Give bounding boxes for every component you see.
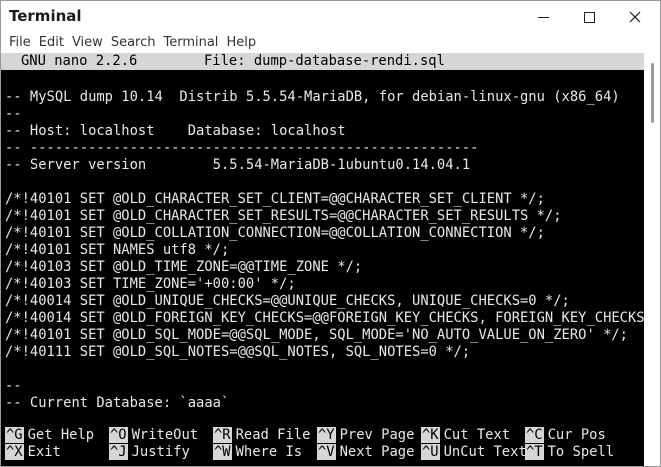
shortcut-key: ^J [109,444,128,460]
minimize-icon [537,16,549,18]
content-line: -- MySQL dump 10.14 Distrib 5.5.54-Maria… [5,89,620,105]
shortcut-key: ^C [525,427,544,443]
shortcut-label: Justify [131,444,190,460]
shortcut-key: ^V [317,444,336,460]
title-bar: Terminal [1,1,660,32]
content-line: -- [5,106,22,122]
nano-version: GNU nano 2.2.6 [21,53,138,69]
shortcut-key: ^U [421,444,440,460]
nano-filename: File: dump-database-rendi.sql [204,53,445,69]
terminal-content[interactable]: GNU nano 2.2.6 File: dump-database-rendi… [1,53,660,466]
window-title: Terminal [9,7,82,25]
shortcut-row-2: ^X Exit ^J Justify ^W Where Is ^V Next Page ^U Un… [1,444,644,461]
shortcut-label: Exit [27,444,61,460]
shortcut-key: ^X [5,444,24,460]
content-line: /*!40101 SET @OLD_CHARACTER_SET_CLIENT=@… [5,191,545,207]
content-line: -- [5,378,22,394]
shortcut-key: ^W [213,444,232,460]
shortcut-key: ^T [525,444,544,460]
minimize-button[interactable] [520,3,566,31]
shortcut-key: ^R [213,427,232,443]
content-line: -- Current Database: `aaaa` [5,395,230,411]
terminal-window: Terminal File Edit View Search Terminal … [0,0,661,467]
shortcut-item: ^V Next Page [317,444,414,461]
content-line: /*!40101 SET @OLD_SQL_MODE=@@SQL_MODE, S… [5,327,628,343]
content-line: /*!40103 SET TIME_ZONE='+00:00' */; [5,276,296,292]
shortcut-item: ^R Read File [213,427,310,444]
shortcut-label: WriteOut [131,427,199,443]
content-line [5,361,645,378]
scrollbar-thumb[interactable] [651,63,654,123]
shortcut-item: ^J Justify [109,444,190,461]
shortcut-item: ^X Exit [5,444,61,461]
content-line: -- Host: localhost Database: localhost [5,123,346,139]
content-line: /*!40101 SET @OLD_CHARACTER_SET_RESULTS=… [5,208,562,224]
shortcut-item: ^G Get Help [5,427,94,444]
menu-file[interactable]: File [9,35,31,50]
shortcut-key: ^G [5,427,24,443]
content-line: /*!40103 SET @OLD_TIME_ZONE=@@TIME_ZONE … [5,259,363,275]
shortcut-item: ^K Cut Text [421,427,510,444]
shortcut-item: ^O WriteOut [109,427,198,444]
shortcut-key: ^Y [317,427,336,443]
shortcut-item: ^U UnCut Text [421,444,527,461]
nano-header: GNU nano 2.2.6 File: dump-database-rendi… [1,53,644,70]
file-content[interactable]: -- MySQL dump 10.14 Distrib 5.5.54-Maria… [5,89,645,412]
shortcut-label: To Spell [547,444,615,460]
shortcut-label: Prev Page [339,427,415,443]
content-line: /*!40101 SET @OLD_COLLATION_CONNECTION=@… [5,225,545,241]
menu-view[interactable]: View [72,35,103,50]
content-line [5,174,645,191]
maximize-button[interactable] [566,3,612,31]
shortcut-label: Read File [235,427,311,443]
menu-search[interactable]: Search [111,35,156,50]
shortcut-item: ^Y Prev Page [317,427,414,444]
content-line: /*!40014 SET @OLD_UNIQUE_CHECKS=@@UNIQUE… [5,293,570,309]
menu-help[interactable]: Help [226,35,256,50]
close-button[interactable] [612,3,658,31]
shortcut-item: ^T To Spell [525,444,614,461]
shortcut-label: Next Page [339,444,415,460]
shortcut-item: ^W Where Is [213,444,302,461]
content-line: /*!40014 SET @OLD_FOREIGN_KEY_CHECKS=@@F… [5,310,645,326]
shortcut-label: Cut Text [443,427,511,443]
nano-shortcuts: ^G Get Help ^O WriteOut ^R Read File ^Y Prev Pa… [1,427,644,463]
content-line: -- Server version 5.5.54-MariaDB-1ubuntu… [5,157,471,173]
shortcut-label: Get Help [27,427,95,443]
maximize-icon [583,11,595,23]
shortcut-label: Where Is [235,444,303,460]
shortcut-key: ^K [421,427,440,443]
shortcut-item: ^C Cur Pos [525,427,606,444]
content-line: /*!40101 SET NAMES utf8 */; [5,242,230,258]
shortcut-label: UnCut Text [443,444,527,460]
menu-edit[interactable]: Edit [39,35,64,50]
menu-bar: File Edit View Search Terminal Help [1,32,660,53]
scrollbar[interactable] [644,53,660,466]
content-line: /*!40111 SET @OLD_SQL_NOTES=@@SQL_NOTES,… [5,344,471,360]
shortcut-row-1: ^G Get Help ^O WriteOut ^R Read File ^Y Prev Pa… [1,427,644,444]
shortcut-key: ^O [109,427,128,443]
content-line: -- -------------------------------------… [5,140,479,156]
menu-terminal[interactable]: Terminal [163,35,218,50]
shortcut-label: Cur Pos [547,427,606,443]
close-icon [629,11,641,23]
